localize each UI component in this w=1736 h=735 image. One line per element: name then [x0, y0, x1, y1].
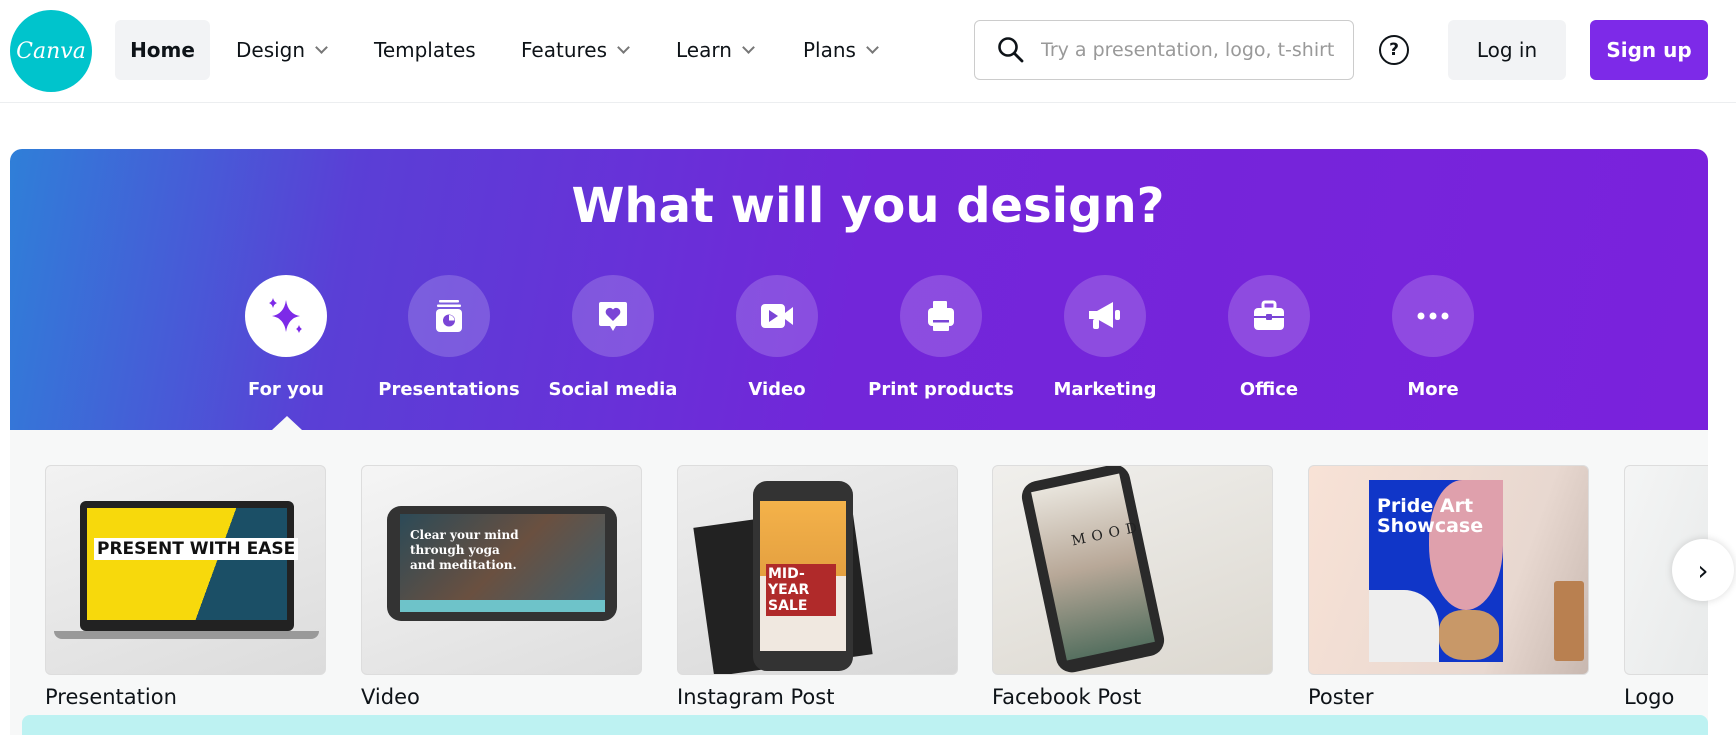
category-for-you[interactable]: For you: [206, 275, 366, 400]
category-print-products[interactable]: Print products: [861, 275, 1021, 400]
category-label: For you: [248, 379, 324, 400]
category-label: Social media: [548, 379, 678, 400]
video-camera-icon: [761, 304, 793, 328]
help-glyph: ?: [1389, 40, 1399, 60]
design-label[interactable]: Instagram Post: [677, 685, 834, 709]
nav-label: Design: [236, 38, 306, 62]
chevron-down-icon: [866, 40, 879, 54]
design-card-presentation[interactable]: PRESENT WITH EASE: [45, 465, 326, 675]
next-arrow-button[interactable]: ›: [1672, 539, 1734, 601]
design-label[interactable]: Poster: [1308, 685, 1374, 709]
thumb-text: MID-YEAR SALE: [766, 564, 836, 616]
chevron-down-icon: [617, 40, 630, 54]
category-label: Presentations: [378, 379, 520, 400]
category-marketing[interactable]: Marketing: [1025, 275, 1185, 400]
thumb-text: Clear your mind through yoga and meditat…: [410, 528, 519, 572]
hero-title: What will you design?: [571, 178, 1165, 234]
login-button[interactable]: Log in: [1448, 20, 1566, 80]
design-label[interactable]: Facebook Post: [992, 685, 1141, 709]
briefcase-icon: [1254, 300, 1284, 330]
search-icon: [998, 37, 1024, 63]
nav-learn[interactable]: Learn: [660, 20, 769, 80]
nav-design[interactable]: Design: [220, 20, 342, 80]
category-label: Office: [1239, 379, 1299, 400]
category-label: More: [1407, 379, 1459, 400]
design-card-facebook-post[interactable]: MOOD: [992, 465, 1273, 675]
megaphone-icon: [1089, 302, 1120, 329]
thumb-text: PRESENT WITH EASE: [94, 538, 299, 560]
nav-features[interactable]: Features: [505, 20, 644, 80]
chevron-down-icon: [742, 40, 755, 54]
promo-banner: [22, 715, 1708, 735]
design-card-instagram-post[interactable]: MID-YEAR SALE: [677, 465, 958, 675]
category-more[interactable]: More: [1353, 275, 1513, 400]
category-label: Marketing: [1053, 379, 1157, 400]
logo-text: Canva: [16, 38, 86, 64]
design-label[interactable]: Video: [361, 685, 420, 709]
category-label: Print products: [868, 379, 1014, 400]
printer-icon: [928, 301, 954, 331]
design-label[interactable]: Logo: [1624, 685, 1674, 709]
search-box[interactable]: [974, 20, 1354, 80]
category-label: Video: [748, 379, 806, 400]
nav-label: Plans: [803, 38, 856, 62]
nav-label: Features: [521, 38, 607, 62]
selected-caret: [272, 416, 302, 430]
search-input[interactable]: [1041, 39, 1341, 61]
thumb-text: Pride Art Showcase: [1377, 495, 1484, 537]
help-icon[interactable]: ?: [1379, 35, 1409, 65]
nav-home[interactable]: Home: [115, 20, 210, 80]
nav-label: Templates: [374, 38, 476, 62]
login-label: Log in: [1476, 38, 1538, 62]
category-video[interactable]: Video: [697, 275, 857, 400]
category-presentations[interactable]: Presentations: [369, 275, 529, 400]
chevron-right-icon: ›: [1697, 553, 1709, 587]
heart-bubble-icon: [599, 302, 627, 331]
more-dots-icon: [1417, 312, 1449, 320]
signup-button[interactable]: Sign up: [1590, 20, 1708, 80]
nav-templates[interactable]: Templates: [358, 20, 492, 80]
canva-logo[interactable]: Canva: [10, 10, 92, 92]
category-social-media[interactable]: Social media: [533, 275, 693, 400]
nav-plans[interactable]: Plans: [787, 20, 893, 80]
signup-label: Sign up: [1606, 38, 1692, 62]
nav-label: Learn: [676, 38, 732, 62]
nav-label: Home: [130, 38, 195, 62]
design-card-poster[interactable]: Pride Art Showcase: [1308, 465, 1589, 675]
chevron-down-icon: [315, 40, 328, 54]
sparkle-icon: [269, 298, 302, 333]
top-header: Canva Home Design Templates Features Lea…: [0, 0, 1736, 103]
category-office[interactable]: Office: [1189, 275, 1349, 400]
design-card-video[interactable]: Clear your mind through yoga and meditat…: [361, 465, 642, 675]
design-label[interactable]: Presentation: [45, 685, 177, 709]
presentation-icon: [436, 300, 462, 332]
